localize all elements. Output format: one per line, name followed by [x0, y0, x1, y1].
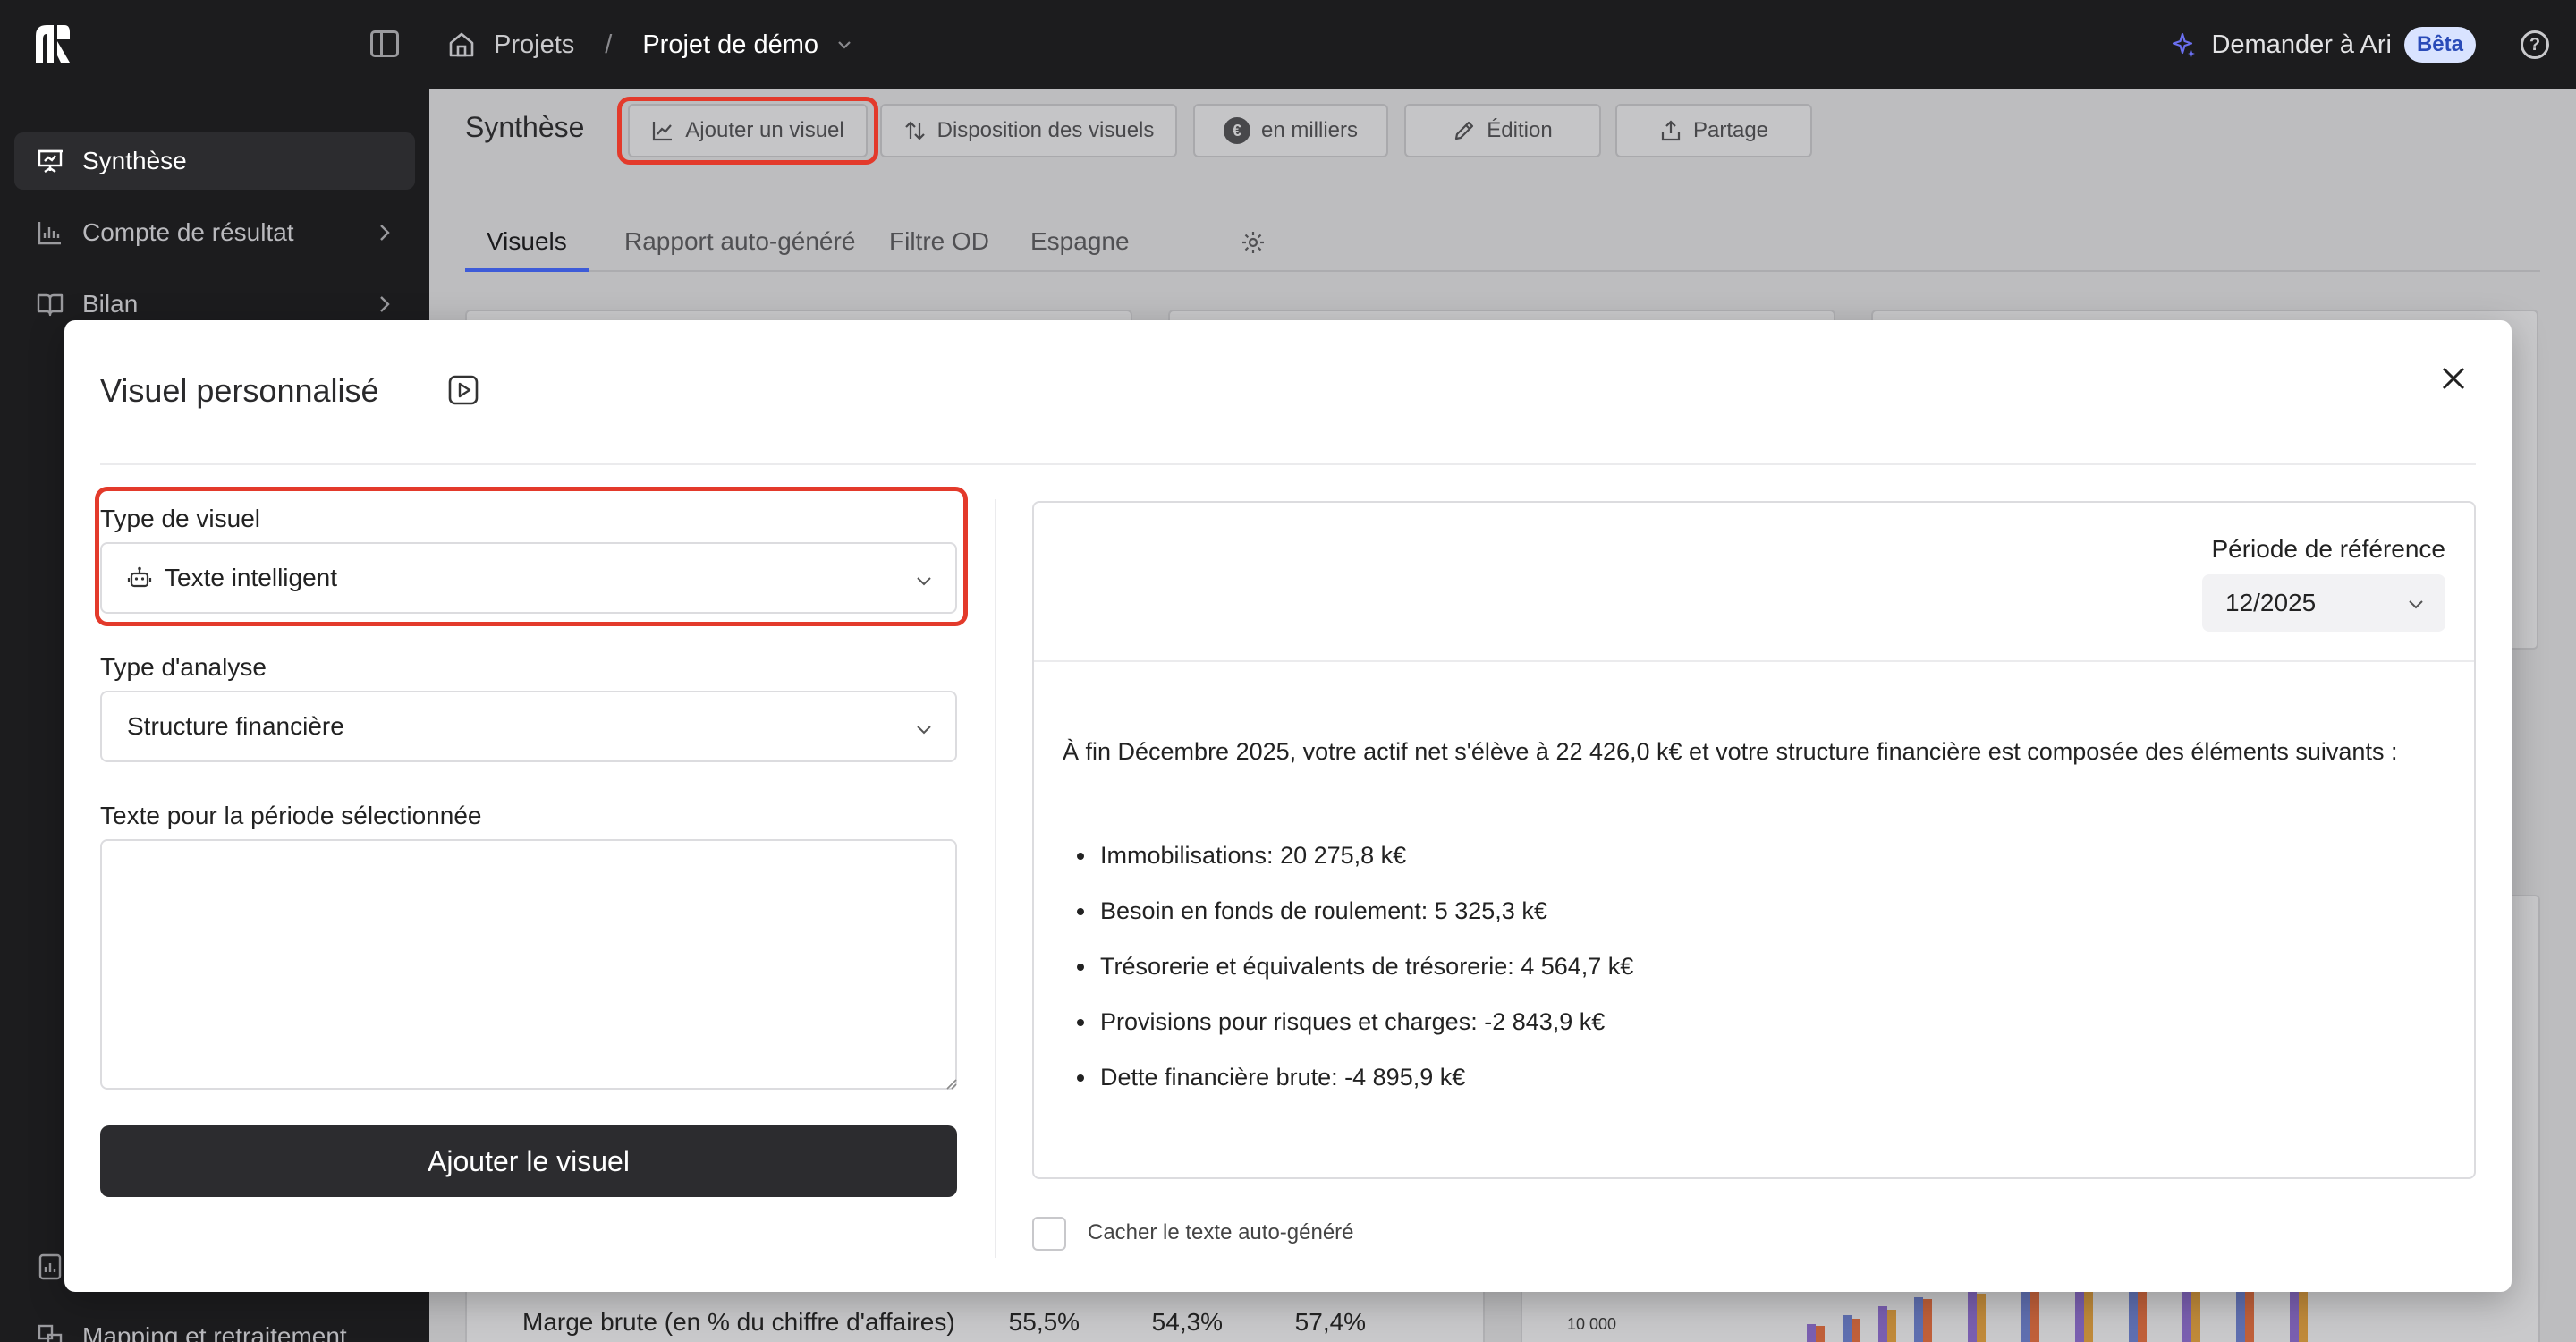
highlight-visual-type — [95, 487, 968, 626]
breadcrumb-projects-link[interactable]: Projets — [494, 30, 574, 60]
chevron-right-icon — [380, 225, 390, 241]
book-icon — [37, 293, 64, 317]
chevron-down-icon — [2409, 600, 2423, 609]
bar-group — [1807, 1288, 2308, 1342]
app-logo-icon[interactable] — [32, 23, 73, 64]
sidebar-item-label: Synthèse — [82, 147, 187, 174]
presentation-icon — [38, 149, 63, 173]
tab-bar: Visuels Rapport auto-généré Filtre OD Es… — [465, 224, 2540, 272]
sidebar-item-synthese[interactable]: Synthèse — [14, 132, 415, 190]
list-item: Immobilisations: 20 275,8 k€ — [1070, 836, 1633, 891]
preview-intro-text: À fin Décembre 2025, votre actif net s'é… — [1063, 738, 2398, 765]
sparkle-icon — [2173, 32, 2196, 57]
tab-rapport-auto-genere[interactable]: Rapport auto-généré — [603, 224, 877, 272]
tab-filtre-od[interactable]: Filtre OD — [868, 224, 1011, 272]
resize-grip-icon[interactable] — [943, 1075, 957, 1090]
units-button[interactable]: € en milliers — [1193, 104, 1388, 157]
home-icon[interactable] — [447, 30, 476, 59]
help-icon[interactable]: ? — [2521, 30, 2549, 59]
analysis-type-select[interactable]: Structure financière — [100, 691, 957, 762]
sidebar-item-compte-de-resultat[interactable]: Compte de résultat — [14, 204, 415, 261]
chevron-down-icon — [917, 726, 931, 735]
sidebar-item-mapping[interactable]: Mapping et retraitement — [14, 1308, 415, 1342]
divider — [1034, 660, 2474, 662]
breadcrumb-current-project[interactable]: Projet de démo — [642, 30, 818, 60]
sort-arrows-icon — [904, 121, 925, 140]
units-label: en milliers — [1260, 118, 1359, 142]
analysis-type-value: Structure financière — [127, 712, 344, 740]
chevron-down-icon[interactable] — [836, 37, 852, 53]
row-label: Marge brute (en % du chiffre d'affaires) — [522, 1308, 955, 1336]
divider — [100, 463, 2476, 465]
tab-visuels[interactable]: Visuels — [465, 224, 589, 272]
period-text-input[interactable] — [100, 839, 957, 1090]
custom-visual-modal: Visuel personnalisé Type de visuel Texte… — [64, 320, 2512, 1292]
period-text-label: Texte pour la période sélectionnée — [100, 802, 482, 829]
add-visual-submit-button[interactable]: Ajouter le visuel — [100, 1125, 957, 1197]
table-row: Marge brute (en % du chiffre d'affaires)… — [522, 1308, 1385, 1337]
list-item: Dette financière brute: -4 895,9 k€ — [1070, 1057, 1633, 1113]
top-bar: Projets / Projet de démo Demander à Ari … — [0, 0, 2576, 89]
sidebar-toggle-icon[interactable] — [370, 30, 399, 57]
hide-autotext-label[interactable]: Cacher le texte auto-généré — [1088, 1220, 1354, 1245]
modal-title: Visuel personnalisé — [100, 372, 379, 409]
reference-period-select[interactable]: 12/2025 — [2202, 574, 2445, 632]
edit-button[interactable]: Édition — [1404, 104, 1601, 157]
preview-bullet-list: Immobilisations: 20 275,8 k€ Besoin en f… — [1070, 836, 1633, 1113]
analysis-type-label: Type d'analyse — [100, 653, 267, 681]
edit-label: Édition — [1487, 118, 1553, 142]
list-item: Trésorerie et équivalents de trésorerie:… — [1070, 947, 1633, 1002]
axis-tick-label: 10 000 — [1567, 1315, 1617, 1333]
gear-icon[interactable] — [1240, 229, 1267, 256]
sidebar-item-label: Compte de résultat — [82, 218, 294, 246]
chevron-right-icon — [380, 296, 390, 312]
visual-layout-button[interactable]: Disposition des visuels — [880, 104, 1177, 157]
divider — [995, 499, 996, 1258]
row-value: 55,5% — [1008, 1308, 1080, 1336]
highlight-add-visual — [617, 97, 878, 165]
row-value: 57,4% — [1294, 1308, 1367, 1336]
reference-period-value: 12/2025 — [2225, 589, 2317, 616]
report-icon[interactable] — [36, 1253, 64, 1281]
ask-ari-label: Demander à Ari — [2211, 30, 2392, 59]
close-icon[interactable] — [2438, 363, 2469, 394]
hide-autotext-checkbox[interactable] — [1032, 1217, 1066, 1251]
visual-layout-label: Disposition des visuels — [936, 118, 1155, 142]
euro-icon: € — [1223, 117, 1250, 144]
beta-badge: Bêta — [2403, 27, 2476, 63]
sidebar-item-label: Mapping et retraitement — [82, 1322, 347, 1342]
sidebar-item-label: Bilan — [82, 290, 139, 318]
tab-espagne[interactable]: Espagne — [1009, 224, 1151, 272]
breadcrumb: Projets / Projet de démo — [447, 25, 852, 64]
row-value: 54,3% — [1151, 1308, 1224, 1336]
ask-ari-button[interactable]: Demander à Ari Bêta — [2170, 25, 2476, 64]
mapping-icon — [38, 1324, 63, 1342]
share-button[interactable]: Partage — [1615, 104, 1812, 157]
list-item: Besoin en fonds de roulement: 5 325,3 k€ — [1070, 891, 1633, 947]
video-tutorial-icon[interactable] — [447, 374, 479, 406]
pencil-icon — [1455, 121, 1474, 140]
page-title: Synthèse — [465, 111, 585, 143]
list-item: Provisions pour risques et charges: -2 8… — [1070, 1002, 1633, 1057]
reference-period-label: Période de référence — [2211, 535, 2445, 563]
text-preview-panel: Période de référence 12/2025 À fin Décem… — [1032, 501, 2476, 1179]
bar-chart-icon — [38, 222, 61, 245]
background-bar-chart — [1807, 1288, 2308, 1342]
share-icon — [1661, 120, 1681, 141]
breadcrumb-separator: / — [605, 30, 613, 59]
share-label: Partage — [1692, 118, 1769, 142]
